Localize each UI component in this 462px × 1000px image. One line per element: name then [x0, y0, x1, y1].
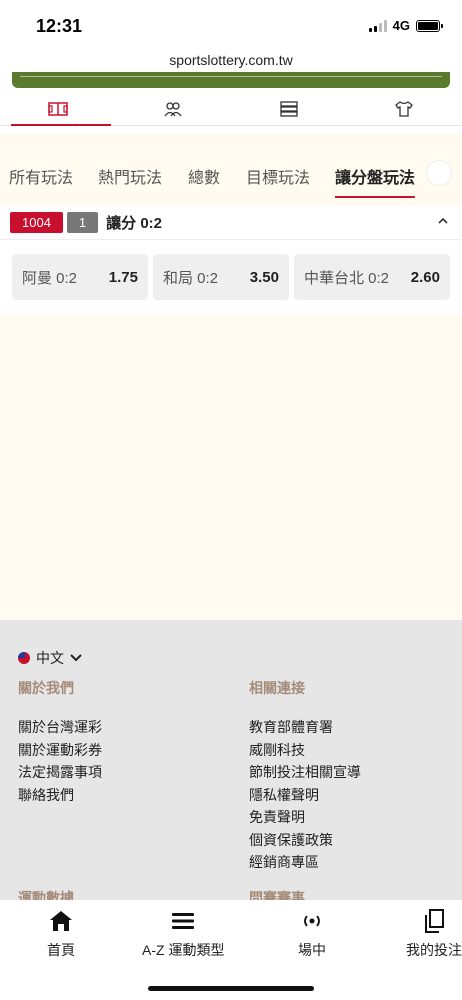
nav-label: 場中	[298, 942, 326, 958]
home-indicator	[148, 986, 314, 991]
live-icon	[304, 915, 320, 927]
footer-link[interactable]: 免責聲明	[249, 806, 361, 829]
tab-all-bets[interactable]: 所有玩法	[9, 164, 73, 188]
battery-icon	[416, 19, 443, 32]
players-icon	[164, 101, 182, 116]
footer-related-heading: 相關連接	[249, 680, 305, 696]
footer-link[interactable]: 威剛科技	[249, 739, 361, 762]
odd-button-chinese-taipei[interactable]: 中華台北 0:2 2.60	[294, 254, 450, 300]
nav-label: 首頁	[47, 942, 75, 958]
browser-url[interactable]: sportslottery.com.tw	[0, 52, 462, 68]
tab-goal-bets[interactable]: 目標玩法	[246, 164, 310, 188]
odd-label: 阿曼 0:2	[22, 269, 78, 287]
bet-type-tabs: 所有玩法 熱門玩法 總數 目標玩法 讓分盤玩法	[0, 134, 462, 206]
taiwan-flag-icon	[18, 652, 30, 664]
footer-related-links: 教育部體育署 威剛科技 節制投注相關宣導 隱私權聲明 免責聲明 個資保護政策 經…	[249, 716, 361, 874]
nav-my-bets[interactable]: 我的投注	[406, 908, 462, 960]
footer-link[interactable]: 關於運動彩券	[18, 739, 102, 762]
footer-about-heading: 關於我們	[18, 680, 74, 696]
list-icon	[280, 100, 298, 117]
tab-jersey[interactable]	[347, 92, 462, 125]
odds-row: 阿曼 0:2 1.75 和局 0:2 3.50 中華台北 0:2 2.60	[0, 240, 462, 314]
footer-link[interactable]: 關於台灣運彩	[18, 716, 102, 739]
language-selector[interactable]: 中文	[18, 648, 82, 668]
jersey-icon	[395, 100, 414, 117]
match-banner	[12, 72, 450, 88]
footer-link[interactable]: 法定揭露事項	[18, 761, 102, 784]
footer-link[interactable]: 隱私權聲明	[249, 784, 361, 807]
footer-sports-heading: 運動數據	[18, 890, 74, 900]
odd-value: 1.75	[108, 268, 138, 286]
market-title: 讓分 0:2	[106, 215, 163, 232]
copy-icon	[425, 909, 444, 933]
tab-players[interactable]	[116, 92, 232, 125]
match-icon-tabs	[0, 92, 462, 126]
nav-label: 我的投注	[406, 942, 462, 958]
odd-label: 和局 0:2	[163, 269, 219, 287]
chevron-up-icon[interactable]	[438, 216, 448, 226]
nav-sports-az[interactable]: A-Z 運動類型	[142, 908, 224, 960]
nav-home[interactable]: 首頁	[47, 908, 75, 960]
chevron-down-icon	[70, 654, 82, 662]
market-header[interactable]: 1004 1 讓分 0:2	[0, 206, 462, 240]
footer-popular-heading: 問賽賽事	[249, 890, 305, 900]
nav-live[interactable]: 場中	[298, 908, 326, 960]
nav-label: A-Z 運動類型	[142, 942, 225, 958]
footer-about-links: 關於台灣運彩 關於運動彩券 法定揭露事項 聯絡我們	[18, 716, 102, 806]
tab-scroll-button[interactable]	[426, 160, 452, 186]
field-icon	[48, 101, 68, 116]
tab-handicap-bets[interactable]: 讓分盤玩法	[335, 164, 416, 198]
odd-button-draw[interactable]: 和局 0:2 3.50	[153, 254, 289, 300]
odd-value: 3.50	[249, 268, 279, 286]
tab-totals[interactable]: 總數	[188, 164, 220, 188]
status-time: 12:31	[36, 16, 83, 36]
network-label: 4G	[392, 18, 410, 33]
market-number-badge: 1	[66, 212, 99, 233]
market-code-badge: 1004	[10, 212, 63, 233]
footer-link[interactable]: 個資保護政策	[249, 829, 361, 852]
signal-icon	[368, 19, 387, 32]
footer-link[interactable]: 經銷商專區	[249, 851, 361, 874]
footer-link[interactable]: 聯絡我們	[18, 784, 102, 807]
tab-field[interactable]	[0, 92, 116, 126]
status-indicators: 4G	[368, 18, 443, 33]
odd-button-oman[interactable]: 阿曼 0:2 1.75	[12, 254, 148, 300]
status-bar: 12:31 4G	[0, 0, 462, 50]
footer: 中文 關於我們 關於台灣運彩 關於運動彩券 法定揭露事項 聯絡我們 相關連接 教…	[0, 620, 462, 900]
odd-value: 2.60	[410, 268, 440, 286]
menu-icon	[172, 913, 195, 929]
footer-link[interactable]: 節制投注相關宣導	[249, 761, 361, 784]
tab-list[interactable]	[231, 92, 347, 125]
language-label: 中文	[36, 650, 64, 666]
home-icon	[50, 911, 72, 931]
footer-link[interactable]: 教育部體育署	[249, 716, 361, 739]
bottom-navigation: 首頁 A-Z 運動類型 場中 我的投注	[0, 900, 462, 1000]
content-empty-area	[0, 314, 462, 620]
tab-popular-bets[interactable]: 熱門玩法	[98, 164, 162, 188]
odd-label: 中華台北 0:2	[304, 269, 390, 287]
